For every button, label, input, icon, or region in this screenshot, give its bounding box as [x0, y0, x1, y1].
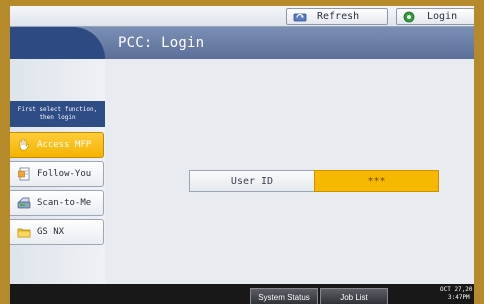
- hand-icon: [17, 138, 31, 152]
- user-id-label: User ID: [189, 170, 314, 192]
- job-list-button[interactable]: Job List: [320, 288, 388, 304]
- title-bar-accent: [10, 27, 105, 59]
- login-button[interactable]: Login: [396, 8, 474, 25]
- folder-icon: [17, 225, 31, 239]
- function-scan-to-me-label: Scan-to-Me: [37, 198, 92, 208]
- clock: OCT 27,20 3:47PM: [440, 286, 473, 302]
- function-access-mfp-label: Access MFP: [37, 140, 92, 150]
- bottom-status-bar: System Status Job List OCT 27,20 3:47PM: [10, 284, 474, 304]
- top-toolbar: Refresh Login: [10, 6, 474, 27]
- page-title: PCC: Login: [118, 35, 205, 51]
- function-follow-you-button[interactable]: Follow-You: [10, 161, 104, 187]
- system-status-button[interactable]: System Status: [250, 288, 318, 304]
- login-status-icon: [403, 11, 417, 23]
- device-frame-left: [0, 0, 10, 304]
- scanner-icon: [17, 196, 31, 210]
- login-form: User ID ***: [189, 170, 439, 192]
- main-content: User ID ***: [105, 59, 474, 284]
- refresh-icon: [293, 11, 307, 23]
- function-access-mfp-button[interactable]: Access MFP: [10, 132, 104, 158]
- function-gs-nx-label: GS NX: [37, 227, 65, 237]
- title-bar: PCC: Login: [10, 27, 474, 59]
- clock-date: OCT 27,20: [440, 286, 473, 293]
- refresh-button-label: Refresh: [317, 11, 360, 22]
- function-follow-you-label: Follow-You: [37, 169, 92, 179]
- function-scan-to-me-button[interactable]: Scan-to-Me: [10, 190, 104, 216]
- clock-time: 3:47PM: [448, 294, 470, 301]
- device-frame-right: [474, 0, 484, 304]
- document-icon: [17, 167, 31, 181]
- function-gs-nx-button[interactable]: GS NX: [10, 219, 104, 245]
- refresh-button[interactable]: Refresh: [286, 8, 388, 25]
- sidebar-instruction: First select function, then login: [10, 101, 105, 127]
- user-id-field[interactable]: ***: [314, 170, 439, 192]
- panel-screen: Refresh Login PCC: Login First select fu…: [10, 6, 474, 304]
- login-button-label: Login: [427, 11, 458, 22]
